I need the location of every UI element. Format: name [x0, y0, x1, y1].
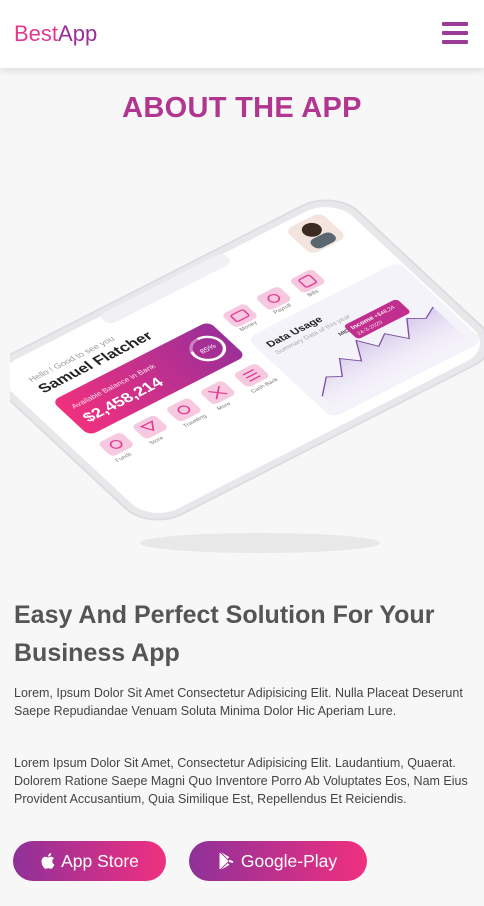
paragraph-2: Lorem Ipsum Dolor Sit Amet, Consectetur …	[14, 756, 468, 806]
paragraph-1: Lorem, Ipsum Dolor Sit Amet Consectetur …	[14, 686, 463, 718]
app-store-button[interactable]: App Store	[13, 841, 166, 881]
app-store-label: App Store	[61, 850, 139, 871]
navbar: BestApp	[0, 0, 484, 68]
google-play-icon	[219, 852, 235, 870]
headline: Easy And Perfect Solution For Your Busin…	[14, 601, 435, 667]
apple-icon	[40, 852, 55, 870]
menu-icon[interactable]	[442, 22, 468, 44]
brand-name-part1: Best	[14, 21, 59, 46]
google-play-label: Google-Play	[240, 850, 338, 871]
brand-name-part2: App	[58, 21, 98, 46]
google-play-button[interactable]: Google-Play	[189, 841, 367, 881]
phone-mockup-image: Hello ! Good to see you Samuel Flatcher …	[0, 155, 484, 575]
section-title: ABOUT THE APP	[122, 92, 362, 124]
brand-logo[interactable]: BestApp	[14, 21, 97, 47]
